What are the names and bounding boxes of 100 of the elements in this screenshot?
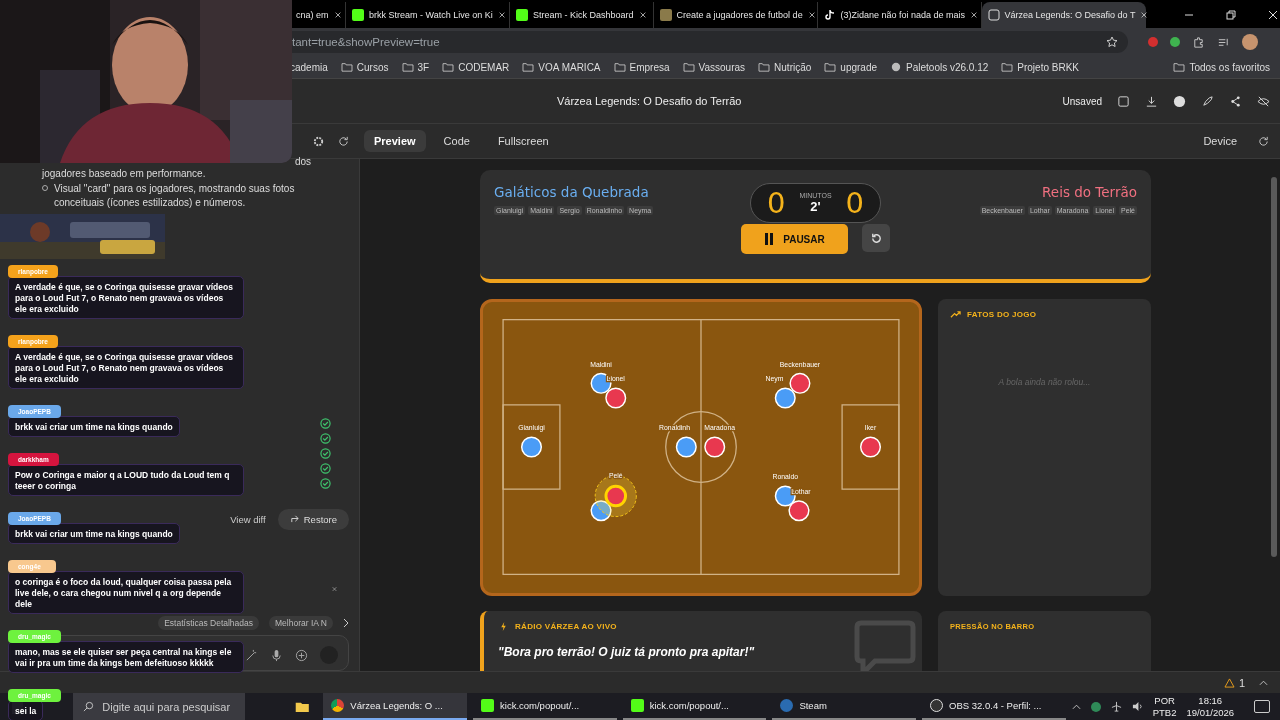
puzzle-icon[interactable] — [1192, 35, 1205, 49]
microphone-icon[interactable] — [270, 648, 283, 662]
view-tab[interactable]: Preview — [364, 130, 426, 152]
trend-icon — [950, 310, 961, 319]
chat-message-toast: A verdade é que, se o Coringa quisesse gravar vídeos para o Loud Fut 7, o Renato nem gravava os vídeos ele era excluido — [8, 276, 244, 319]
folder-icon — [682, 62, 695, 72]
bookmark[interactable]: Projeto BRKK — [1001, 61, 1079, 73]
taskbar-item[interactable]: kick.com/popout/... — [622, 693, 767, 720]
browser-icon — [331, 699, 345, 712]
extension-icon[interactable] — [1170, 37, 1180, 47]
chat-message-toast: brkk vai criar um time na kings quando — [8, 416, 180, 437]
folder-icon — [340, 62, 353, 72]
airplane-icon[interactable] — [1110, 701, 1122, 712]
notification-icon[interactable] — [1254, 700, 1271, 713]
device-button[interactable]: Device — [1203, 135, 1237, 147]
suggestion-chip[interactable]: Estatísticas Detalhadas — [158, 616, 260, 631]
speaker-icon[interactable] — [1131, 701, 1143, 712]
refresh-icon[interactable] — [1257, 134, 1270, 148]
clock: 2' — [810, 199, 821, 214]
share-icon[interactable] — [1229, 94, 1242, 108]
browser-tab[interactable]: Várzea Legends: O Desafio do T — [981, 2, 1146, 28]
folder-icon — [613, 62, 626, 72]
settings-icon[interactable] — [312, 134, 325, 148]
kick-icon — [516, 9, 528, 21]
hide-icon[interactable] — [1257, 94, 1270, 108]
wand-icon[interactable] — [245, 648, 258, 662]
save-icon[interactable] — [1117, 94, 1130, 108]
team-name: Galáticos da Quebrada — [494, 184, 650, 200]
bookmark[interactable]: Empresa — [613, 61, 670, 73]
bookmark[interactable]: 3F — [401, 61, 430, 73]
close-icon[interactable] — [1267, 10, 1278, 20]
warning-indicator[interactable]: 1 — [1223, 676, 1245, 689]
commentary-text: "Bora pro terrão! O juiz tá pronto pra apitar!" — [498, 645, 756, 659]
undo-icon — [869, 231, 883, 245]
image-icon — [659, 9, 672, 21]
taskbar-item[interactable]: kick.com/popout/... — [473, 693, 617, 720]
refresh-icon[interactable] — [337, 134, 350, 148]
tray-icon[interactable] — [1090, 701, 1101, 712]
bookmark[interactable]: Vassouras — [682, 61, 746, 73]
bookmark[interactable]: Nutrição — [758, 61, 812, 73]
team-name: Reis do Terrão — [1042, 184, 1137, 200]
close-icon[interactable] — [497, 11, 506, 19]
layout-indicator[interactable]: PTB2 — [1152, 706, 1177, 719]
kick-icon — [352, 9, 364, 21]
scrollbar[interactable] — [1271, 177, 1277, 557]
taskbar-item[interactable]: Várzea Legends: O ... — [323, 693, 468, 720]
close-icon[interactable] — [970, 11, 979, 19]
arrow-icon — [289, 514, 299, 523]
speech-bubble-icon — [854, 619, 916, 671]
clock-time[interactable]: 18:16 — [1198, 694, 1223, 707]
kick-icon — [481, 699, 495, 712]
download-icon[interactable] — [1145, 94, 1158, 108]
chat-message-toast: mano, mas se ele quiser ser peça central na kings ele vai ir pra um time da kings bem defeituoso kkkkk — [8, 641, 244, 673]
taskbar-item[interactable]: Steam — [772, 693, 917, 720]
bookmark[interactable]: upgrade — [824, 61, 878, 73]
chat-message-toast: brkk vai criar um time na kings quando — [8, 523, 180, 544]
taskbar-item[interactable]: OBS 32.0.4 - Perfil: ... — [922, 693, 1066, 720]
panel-title: FATOS DO JOGO — [967, 310, 1037, 319]
chevron-icon[interactable] — [1259, 679, 1268, 686]
close-icon[interactable] — [333, 11, 342, 19]
view-tab[interactable]: Fullscreen — [487, 130, 559, 152]
steam-icon — [780, 699, 794, 712]
folder-icon — [824, 62, 837, 72]
extension-icon[interactable] — [1148, 37, 1158, 47]
folder-icon — [522, 62, 535, 72]
chat-message-toast: Pow o Coringa e maior q a LOUD tudo da Loud tem q teeer o coringa — [8, 464, 244, 496]
restore-button[interactable]: Restore — [277, 509, 349, 530]
profile-avatar[interactable] — [1242, 34, 1258, 50]
clock-date[interactable]: 19/01/2026 — [1186, 706, 1235, 719]
view-tab[interactable]: Code — [433, 130, 480, 152]
bookmark[interactable]: Todos os favoritos — [1173, 61, 1270, 73]
language-indicator[interactable]: POR — [1154, 694, 1175, 707]
bookmark[interactable]: Paletools v26.0.12 — [890, 61, 989, 73]
close-icon[interactable] — [638, 11, 647, 19]
player-marker[interactable] — [604, 484, 628, 508]
search-field[interactable]: Digite aqui para pesquisar — [73, 693, 245, 720]
record-icon — [930, 699, 944, 712]
address-bar[interactable]: tant=true&showPreview=true — [292, 31, 1128, 53]
bookmark[interactable]: VOA MARICA — [522, 61, 601, 73]
response-text: Visual "card" para os jogadores, mostrando suas fotos conceituais (ícones estilizados) e números. — [54, 182, 296, 210]
star-icon[interactable] — [1106, 36, 1118, 48]
pause-button[interactable]: PAUSAR — [741, 224, 848, 254]
chevron-icon[interactable] — [1071, 703, 1081, 710]
page-icon — [987, 9, 1000, 21]
response-text: dos — [294, 156, 311, 167]
reset-button[interactable] — [862, 224, 890, 252]
close-icon[interactable] — [807, 11, 816, 19]
project-title: Várzea Legends: O Desafio do Terrão — [557, 95, 742, 107]
response-text: jogadores baseado em performance. — [42, 168, 207, 179]
bookmark[interactable]: Cursos — [340, 61, 389, 73]
bookmark[interactable]: CODEMAR — [442, 61, 510, 73]
suggestion-chip[interactable]: Melhorar IA N — [269, 616, 333, 631]
view-diff-link[interactable]: View diff — [230, 514, 266, 525]
kick-icon — [630, 699, 644, 712]
chevron-icon[interactable] — [343, 618, 349, 629]
add-icon[interactable] — [295, 648, 308, 662]
restore-icon[interactable] — [1225, 10, 1236, 20]
chat-message-toast: o coringa é o foco da loud, qualquer coisa passa pela live dele, o cara chegou num nivel q a org depende dele — [8, 571, 244, 614]
folder-icon — [1173, 62, 1186, 72]
close-icon[interactable] — [1140, 11, 1149, 19]
